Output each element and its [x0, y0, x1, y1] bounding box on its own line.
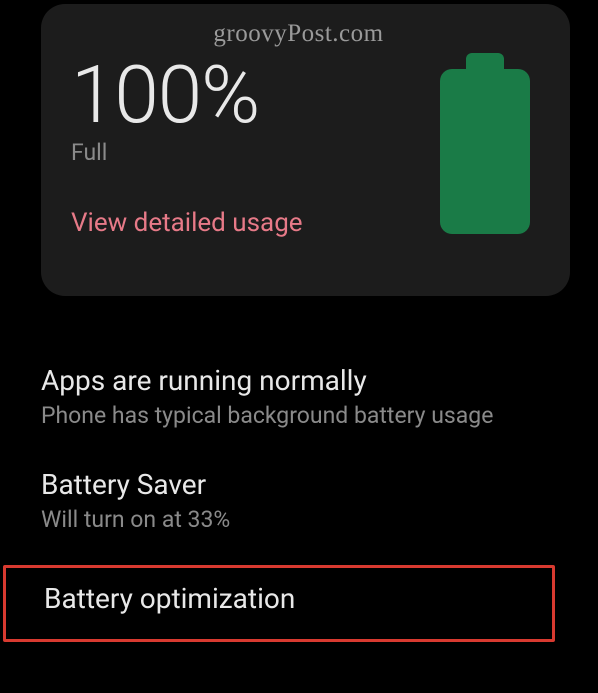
battery-optimization-title: Battery optimization: [44, 582, 552, 616]
apps-running-item[interactable]: Apps are running normally Phone has typi…: [41, 348, 572, 452]
battery-optimization-item[interactable]: Battery optimization: [3, 565, 555, 643]
view-detailed-usage-link[interactable]: View detailed usage: [71, 208, 430, 238]
battery-percent: 100%: [71, 59, 430, 131]
apps-running-title: Apps are running normally: [41, 364, 572, 398]
battery-saver-title: Battery Saver: [41, 468, 572, 502]
battery-status-card: 100% Full View detailed usage: [41, 4, 570, 296]
battery-status-label: Full: [71, 139, 430, 166]
battery-icon: [440, 69, 530, 234]
battery-saver-subtitle: Will turn on at 33%: [41, 506, 572, 535]
battery-saver-item[interactable]: Battery Saver Will turn on at 33%: [41, 452, 572, 556]
apps-running-subtitle: Phone has typical background battery usa…: [41, 402, 572, 431]
